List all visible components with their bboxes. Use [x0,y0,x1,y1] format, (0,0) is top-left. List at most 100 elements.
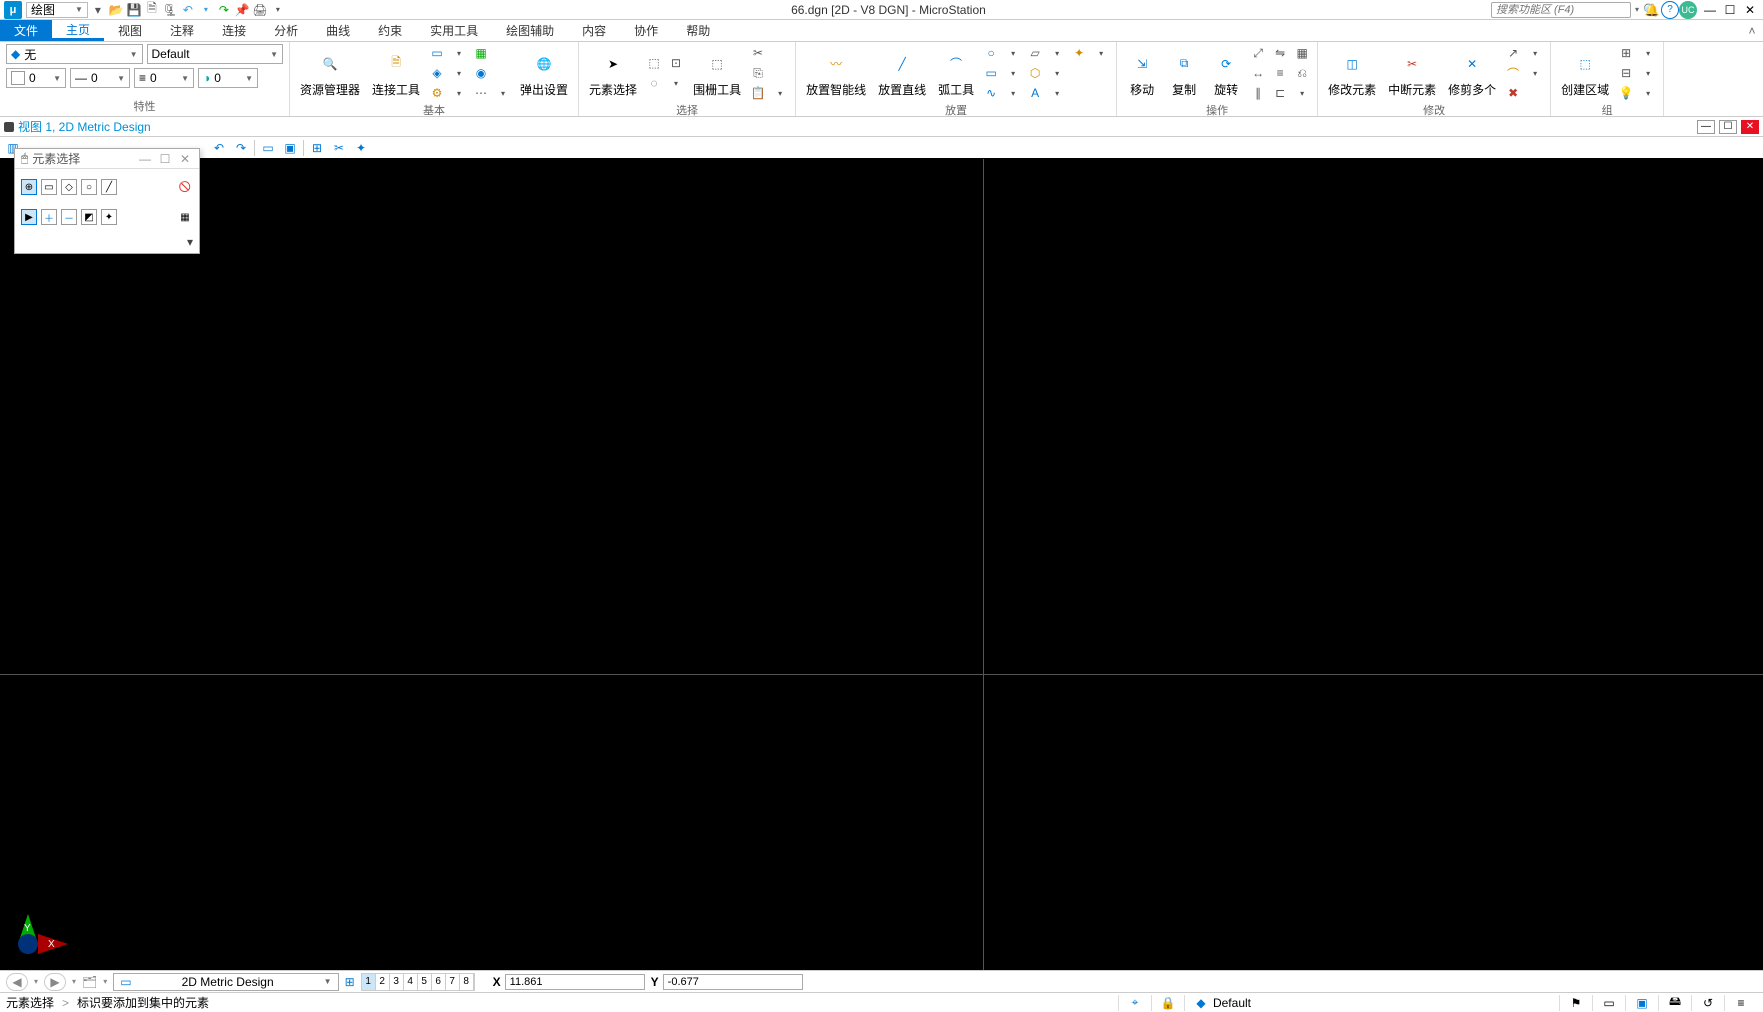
tab-connect[interactable]: 连接 [208,20,260,41]
tab-content[interactable]: 内容 [568,20,620,41]
ribbon-search[interactable]: 🔍 [1491,2,1631,18]
array-icon[interactable]: ▦ [1293,44,1311,62]
create-region-button[interactable]: ⬚ 创建区域 [1557,49,1613,98]
trim-multi-button[interactable]: ✕ 修剪多个 [1444,49,1500,98]
tab-home[interactable]: 主页 [52,20,104,41]
panel-close-button[interactable]: ✕ [177,152,193,166]
select-dropdown-icon[interactable]: ▾ [667,74,685,92]
scale-icon[interactable]: ⤢ [1249,44,1267,62]
dropdown-arrow-icon[interactable]: ▾ [1526,64,1544,82]
drop-icon[interactable]: 💡 [1617,84,1635,102]
dropdown-arrow-icon[interactable]: ▾ [1092,44,1110,62]
tool-settings-titlebar[interactable]: 🖱 元素选择 — ☐ ✕ [15,149,199,169]
tool-settings-panel[interactable]: 🖱 元素选择 — ☐ ✕ ⊕ ▭ ◇ ○ ╱ 🚫 ▶ ＋ － ◩ ✦ ▦ ▾ [14,148,200,254]
view-button-4[interactable]: 4 [404,974,418,990]
copy-icon[interactable]: ⎘ [749,64,767,82]
mirror-icon[interactable]: ⇋ [1271,44,1289,62]
view-minimize-button[interactable]: — [1697,120,1715,134]
explorer-button[interactable]: 🔍 资源管理器 [296,49,364,98]
snap-mode-segment[interactable]: ⌖ [1118,995,1151,1011]
dropdown-arrow-icon[interactable]: ▾ [450,44,468,62]
template-combo[interactable]: Default ▼ [147,44,284,64]
panel-minimize-button[interactable]: — [137,152,153,166]
ribbon-search-input[interactable] [1492,4,1643,16]
block-icon[interactable]: ▭ [982,64,1000,82]
save-icon[interactable]: 💾 [126,2,142,18]
select-line-icon[interactable]: ╱ [101,179,117,195]
fence-button[interactable]: ⬚ 围栅工具 [689,49,745,98]
fit-view-icon[interactable]: ▭ [259,139,277,157]
nav-history-icon[interactable]: 🗂 [82,975,97,989]
search-dropdown-icon[interactable]: ▾ [1631,5,1643,14]
dropdown-arrow-icon[interactable]: ▾ [450,84,468,102]
connect-button[interactable]: 🗎 连接工具 [368,49,424,98]
mode-add-icon[interactable]: ＋ [41,209,57,225]
delete-icon[interactable]: ✖ [1504,84,1522,102]
dropdown-arrow-icon[interactable]: ▾ [494,84,512,102]
mode-subtract-icon[interactable]: － [61,209,77,225]
stretch-icon[interactable]: ↔ [1249,64,1267,82]
view-button-6[interactable]: 6 [432,974,446,990]
nav-forward-button[interactable]: ▶ [44,973,66,991]
select-disable-icon[interactable]: 🚫 [177,179,193,195]
view-maximize-button[interactable]: ☐ [1719,120,1737,134]
curve-icon[interactable]: ∿ [982,84,1000,102]
linestyle-combo[interactable]: — 0 ▼ [70,68,130,88]
maximize-button[interactable]: ☐ [1723,3,1737,17]
dropdown-arrow-icon[interactable]: ▾ [1004,44,1022,62]
tab-help[interactable]: 帮助 [672,20,724,41]
fence-mode-segment[interactable]: ▭ [1592,995,1625,1011]
select-shape-icon[interactable]: ◇ [61,179,77,195]
element-select-button[interactable]: ➤ 元素选择 [585,49,641,98]
dropdown-arrow-icon[interactable]: ▾ [1048,64,1066,82]
panel-expand-icon[interactable]: ▾ [15,235,199,253]
view-button-8[interactable]: 8 [460,974,474,990]
window-area-icon[interactable]: ▣ [281,139,299,157]
compress-icon[interactable]: 🗜 [162,2,178,18]
tab-curve[interactable]: 曲线 [312,20,364,41]
undo-view-icon[interactable]: ↶ [210,139,228,157]
popup-settings-button[interactable]: 🌐 弹出设置 [516,49,572,98]
select-circle-icon[interactable]: ○ [81,179,97,195]
clip-volume-icon[interactable]: ✂ [330,139,348,157]
smartline-button[interactable]: 〰 放置智能线 [802,49,870,98]
select-block-icon[interactable]: ▭ [41,179,57,195]
modify-element-button[interactable]: ◫ 修改元素 [1324,49,1380,98]
mode-new-icon[interactable]: ▶ [21,209,37,225]
design-history-segment[interactable]: ↺ [1691,995,1724,1011]
dropdown-arrow-icon[interactable]: ▾ [771,84,789,102]
tab-collab[interactable]: 协作 [620,20,672,41]
dropdown-arrow-icon[interactable]: ▾ [1526,44,1544,62]
tab-file[interactable]: 文件 [0,20,52,41]
open-icon[interactable]: 📂 [108,2,124,18]
more-icon[interactable]: ⋯ [472,84,490,102]
rotate-button[interactable]: ⟳ 旋转 [1207,49,1245,98]
coord-y-input[interactable] [663,974,803,990]
tab-view[interactable]: 视图 [104,20,156,41]
level-combo[interactable]: ◆ 无 ▼ [6,44,143,64]
align-icon[interactable]: ≡ [1271,64,1289,82]
print-icon[interactable]: 🖨 [252,2,268,18]
view-close-button[interactable]: ✕ [1741,120,1759,134]
tab-annotate[interactable]: 注释 [156,20,208,41]
model-combo[interactable]: ▭ 2D Metric Design ▼ [113,973,338,991]
select-handles-icon[interactable]: ▦ [177,209,193,225]
nav-back-button[interactable]: ◀ [6,973,28,991]
help-icon[interactable]: ? [1661,1,1679,19]
paste-icon[interactable]: 📋 [749,84,767,102]
dropdown-arrow-icon[interactable]: ▾ [1048,44,1066,62]
group-icon[interactable]: ⊞ [1617,44,1635,62]
tab-constraint[interactable]: 约束 [364,20,416,41]
file-changed-segment[interactable]: 🖴 [1658,995,1691,1011]
undo-dropdown-icon[interactable]: ▾ [198,2,214,18]
extend-icon[interactable]: ↗ [1504,44,1522,62]
pin-icon[interactable]: 📌 [234,2,250,18]
color-combo[interactable]: 0 ▼ [6,68,66,88]
active-level-segment[interactable]: ◆Default [1184,995,1259,1011]
copy-button[interactable]: ⧉ 复制 [1165,49,1203,98]
notification-bell-icon[interactable]: 🔔 [1643,1,1661,19]
move-parallel-icon[interactable]: ∥ [1249,84,1267,102]
close-button[interactable]: ✕ [1743,3,1757,17]
lineweight-combo[interactable]: ≡ 0 ▼ [134,68,194,88]
models-icon[interactable]: ▭ [428,44,446,62]
